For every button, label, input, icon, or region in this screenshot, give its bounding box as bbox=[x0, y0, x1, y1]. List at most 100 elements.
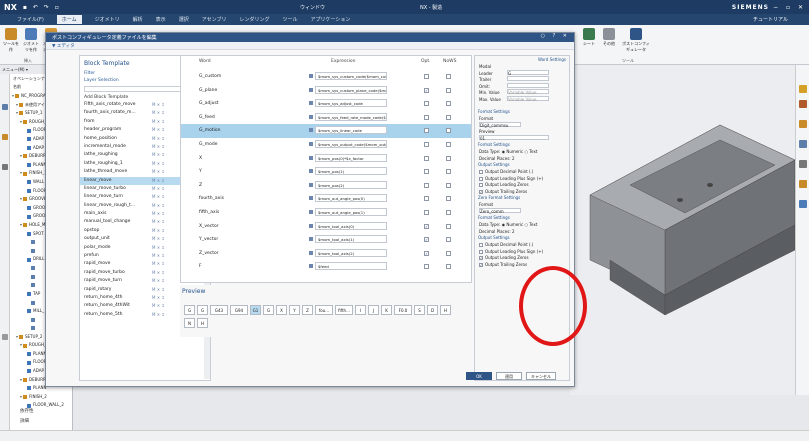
tutorial-link[interactable]: チュートリアル bbox=[753, 16, 788, 23]
nows-checkbox[interactable] bbox=[446, 250, 451, 256]
word-row[interactable]: X $mom_pos(0)*$x_factor bbox=[181, 152, 471, 166]
block-item-actions[interactable]: M ✕ ↕ bbox=[152, 177, 165, 185]
graphics-viewport[interactable] bbox=[570, 65, 795, 395]
preview-word-button[interactable]: fifth... bbox=[335, 305, 353, 315]
opt-checkbox[interactable]: ✓ bbox=[424, 223, 429, 229]
menu-item-render[interactable]: レンダリング bbox=[239, 16, 269, 23]
output-setting-checkbox[interactable]: ✓ bbox=[479, 256, 483, 260]
block-item-actions[interactable]: M ✕ ↕ bbox=[152, 244, 165, 252]
navigator-item[interactable]: ▾ FINISH_2 bbox=[10, 393, 72, 402]
preview-word-button[interactable]: I bbox=[355, 305, 366, 315]
block-item-actions[interactable]: M ✕ ↕ bbox=[152, 311, 165, 319]
word-row[interactable]: X_vector $mom_tool_axis(0) ✓ bbox=[181, 220, 471, 234]
output-setting-checkbox[interactable]: ✓ bbox=[479, 262, 483, 267]
expression-field[interactable]: $mom_sys_custom_code($mom_custom_pause) bbox=[315, 72, 387, 80]
expression-dropdown-icon[interactable] bbox=[309, 169, 313, 174]
word-row[interactable]: G_adjust $mom_sys_adjust_code bbox=[181, 97, 471, 111]
block-item-actions[interactable]: M ✕ ↕ bbox=[152, 109, 165, 117]
navigator-tab-icon[interactable] bbox=[2, 104, 8, 110]
nows-checkbox[interactable] bbox=[446, 169, 451, 175]
nows-checkbox[interactable] bbox=[446, 210, 451, 215]
expression-dropdown-icon[interactable] bbox=[309, 74, 313, 78]
word-row[interactable]: fourth_axis $mom_out_angle_pos(0) bbox=[181, 192, 471, 206]
menu-item-file[interactable]: ファイル(F) bbox=[17, 16, 44, 23]
expression-dropdown-icon[interactable] bbox=[309, 87, 313, 92]
menu-item-assembly[interactable]: アセンブリ bbox=[202, 16, 227, 23]
block-item-actions[interactable]: M ✕ ↕ bbox=[152, 302, 165, 310]
omit-field[interactable] bbox=[507, 82, 549, 88]
ok-button[interactable]: OK bbox=[466, 372, 492, 380]
expression-dropdown-icon[interactable] bbox=[309, 210, 313, 214]
word-row[interactable]: Y $mom_pos(1) bbox=[181, 165, 471, 179]
expression-field[interactable]: $mom_tool_axis(1) bbox=[315, 235, 387, 244]
block-item-actions[interactable]: M ✕ ↕ bbox=[152, 252, 165, 260]
text-radio[interactable]: ○ Text bbox=[525, 149, 538, 154]
preview-word-button[interactable]: S bbox=[414, 305, 425, 315]
preview-word-button[interactable]: X bbox=[276, 305, 287, 315]
dialog-controls[interactable]: ○ ? ✕ bbox=[541, 33, 570, 39]
opt-checkbox[interactable] bbox=[424, 196, 429, 202]
word-row[interactable]: fifth_axis $mom_out_angle_pos(1) bbox=[181, 206, 471, 220]
block-item-actions[interactable]: M ✕ ↕ bbox=[152, 202, 165, 210]
block-item-actions[interactable]: M ✕ ↕ bbox=[152, 260, 165, 268]
output-setting-checkbox[interactable] bbox=[479, 243, 483, 247]
preview-word-button[interactable]: Y bbox=[289, 305, 300, 315]
nows-checkbox[interactable] bbox=[446, 196, 451, 202]
navigator-footer-details[interactable]: 詳細 bbox=[20, 418, 29, 424]
trailer-field[interactable] bbox=[507, 76, 549, 81]
expression-field[interactable]: $mom_pos(2) bbox=[315, 180, 387, 189]
zero-numeric-radio[interactable]: ◉ Numeric bbox=[502, 222, 524, 227]
expression-dropdown-icon[interactable] bbox=[309, 196, 313, 201]
history-tab-icon[interactable] bbox=[2, 164, 8, 170]
view-icon[interactable] bbox=[799, 100, 807, 108]
opt-checkbox[interactable] bbox=[424, 114, 429, 120]
nows-checkbox[interactable] bbox=[446, 264, 451, 270]
block-item-actions[interactable]: M ✕ ↕ bbox=[152, 269, 165, 277]
zero-decimal-places-stepper[interactable]: 2 bbox=[512, 229, 515, 234]
geometry-icon[interactable] bbox=[799, 140, 807, 148]
machine-tab-icon[interactable] bbox=[2, 134, 8, 140]
nows-checkbox[interactable] bbox=[446, 142, 451, 147]
block-item-actions[interactable]: M ✕ ↕ bbox=[152, 210, 165, 218]
expression-dropdown-icon[interactable] bbox=[309, 128, 313, 133]
editor-section-header[interactable]: ▼ エディタ bbox=[46, 42, 574, 50]
opt-checkbox[interactable] bbox=[424, 142, 429, 147]
expression-field[interactable]: $mom_sys_feed_rate_mode_code($feed_mode) bbox=[315, 112, 387, 121]
preview-word-button[interactable]: H bbox=[440, 305, 451, 315]
menu-item-select[interactable]: 選択 bbox=[179, 16, 189, 23]
preview-word-button[interactable]: D bbox=[427, 305, 438, 315]
block-item-actions[interactable]: M ✕ ↕ bbox=[152, 160, 165, 168]
block-item-actions[interactable]: M ✕ ↕ bbox=[152, 193, 165, 201]
navigator-footer-dependencies[interactable]: 依存性 bbox=[20, 408, 34, 414]
nows-checkbox[interactable] bbox=[446, 74, 451, 79]
create-tool-button[interactable]: ツールを作 bbox=[2, 28, 20, 53]
nows-checkbox[interactable] bbox=[446, 237, 451, 243]
nows-checkbox[interactable] bbox=[446, 223, 451, 229]
block-item-actions[interactable]: M ✕ ↕ bbox=[152, 185, 165, 193]
nows-checkbox[interactable] bbox=[446, 101, 451, 107]
expression-dropdown-icon[interactable] bbox=[309, 223, 313, 228]
preview-word-button[interactable]: H bbox=[197, 318, 208, 328]
opt-checkbox[interactable] bbox=[424, 264, 429, 270]
min-value-field[interactable]: Variable Value bbox=[507, 89, 549, 95]
expression-dropdown-icon[interactable] bbox=[309, 155, 313, 160]
expression-field[interactable]: $mom_tool_axis(0) bbox=[315, 221, 387, 230]
block-item-actions[interactable]: M ✕ ↕ bbox=[152, 151, 165, 159]
expression-dropdown-icon[interactable] bbox=[309, 264, 313, 269]
numeric-radio[interactable]: ◉ Numeric bbox=[502, 149, 524, 154]
menu-item-geometry[interactable]: ジオメトリ bbox=[95, 16, 120, 23]
block-item-actions[interactable]: M ✕ ↕ bbox=[152, 235, 165, 243]
preview-word-button[interactable]: Z bbox=[302, 305, 313, 315]
output-setting-checkbox[interactable] bbox=[479, 170, 483, 174]
word-row[interactable]: G_feed $mom_sys_feed_rate_mode_code($feed… bbox=[181, 111, 471, 125]
expression-dropdown-icon[interactable] bbox=[309, 182, 313, 187]
opt-checkbox[interactable]: ✓ bbox=[424, 250, 429, 256]
window-controls[interactable]: − ▫ ✕ bbox=[773, 4, 806, 11]
expression-field[interactable]: $mom_pos(1) bbox=[315, 167, 387, 176]
preview-word-button[interactable]: N bbox=[184, 318, 195, 328]
zero-text-radio[interactable]: ○ Text bbox=[525, 222, 538, 227]
preview-word-button[interactable]: G bbox=[197, 305, 208, 315]
preview-word-button[interactable]: G43 bbox=[210, 305, 228, 315]
output-setting-checkbox[interactable] bbox=[479, 183, 483, 187]
output-setting-checkbox[interactable]: ✓ bbox=[479, 189, 483, 194]
